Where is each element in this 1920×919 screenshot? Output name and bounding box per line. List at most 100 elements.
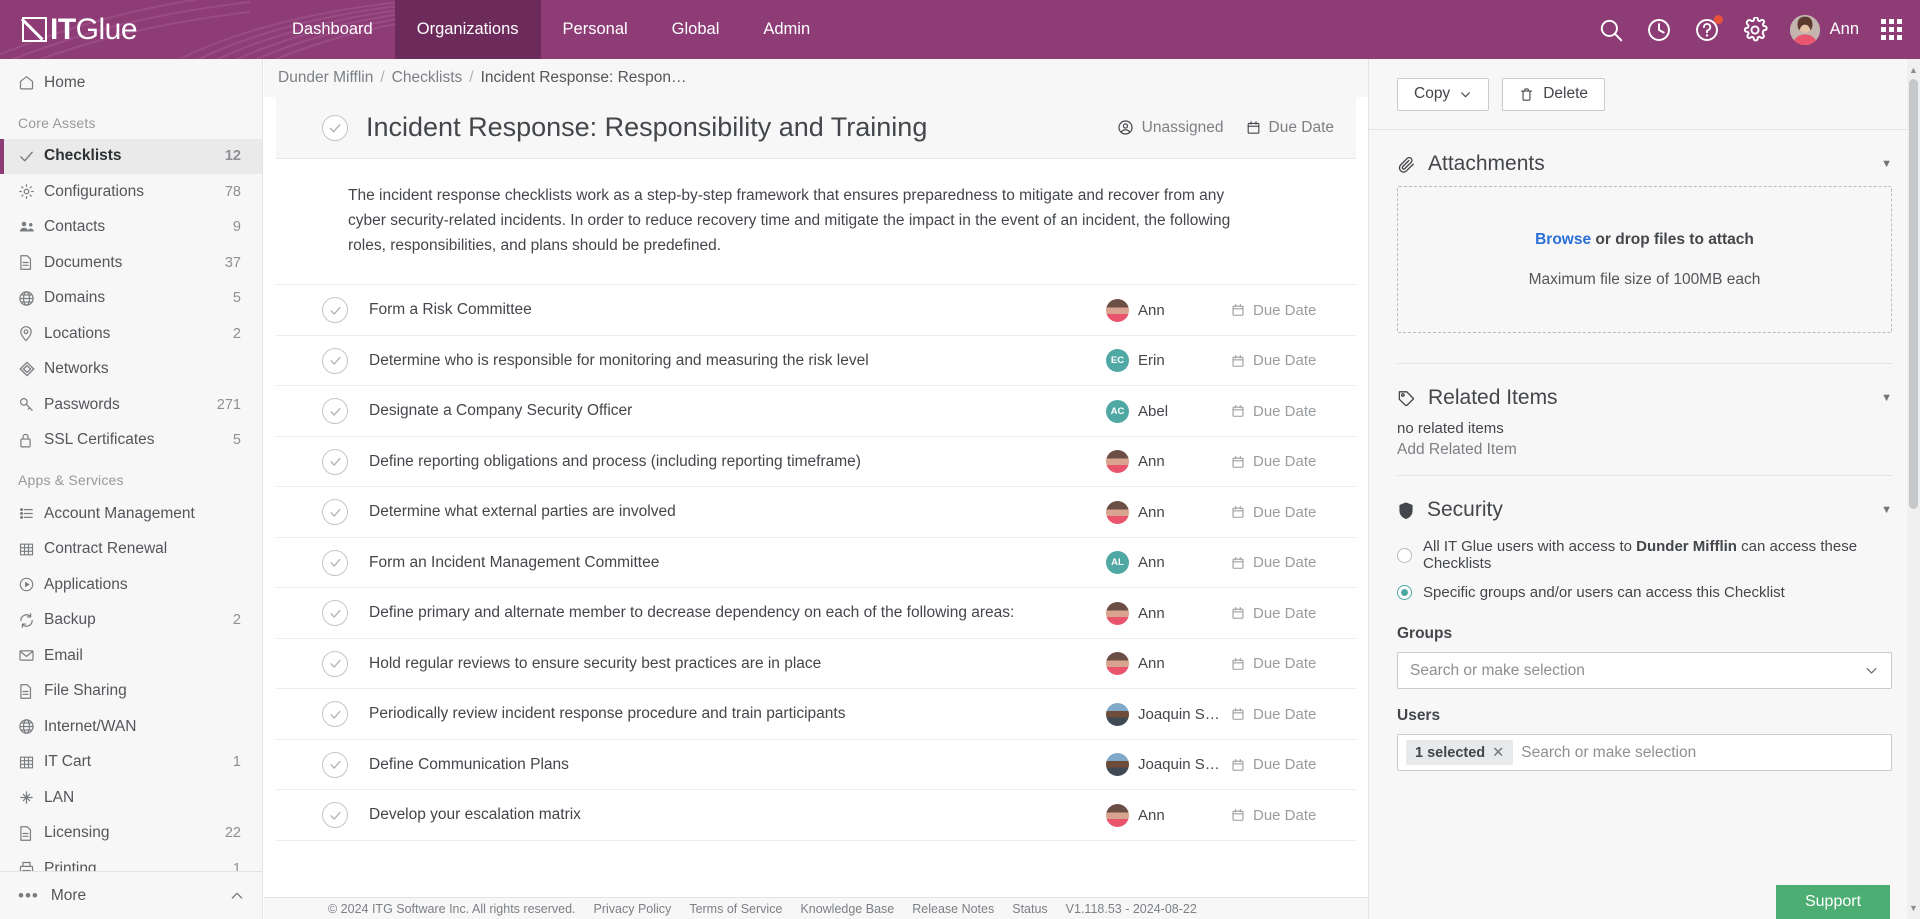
nav-item-admin[interactable]: Admin	[741, 0, 832, 59]
nav-item-global[interactable]: Global	[650, 0, 742, 59]
attachment-dropzone[interactable]: Browse or drop files to attach Maximum f…	[1397, 186, 1892, 333]
task-assignee[interactable]: AL Ann	[1106, 551, 1231, 575]
task-assignee[interactable]: Ann	[1106, 803, 1231, 827]
groups-select[interactable]: Search or make selection	[1397, 652, 1892, 689]
task-assignee[interactable]: Joaquin S…	[1106, 702, 1231, 726]
checklist-complete-toggle[interactable]	[322, 114, 348, 141]
sidebar-item-networks[interactable]: Networks	[0, 352, 262, 388]
footer-link-knowledge-base[interactable]: Knowledge Base	[800, 902, 894, 916]
scroll-up-arrow-icon[interactable]: ▲	[1909, 65, 1918, 75]
task-assignee[interactable]: Ann	[1106, 652, 1231, 676]
sidebar-item-passwords[interactable]: Passwords 271	[0, 387, 262, 423]
task-due-date[interactable]: Due Date	[1231, 352, 1336, 369]
sidebar-item-configurations[interactable]: Configurations 78	[0, 174, 262, 210]
footer-link-privacy-policy[interactable]: Privacy Policy	[594, 902, 672, 916]
users-selected-token[interactable]: 1 selected ✕	[1406, 740, 1514, 765]
sidebar-item-licensing[interactable]: Licensing 22	[0, 816, 262, 852]
table-row[interactable]: Define Communication Plans Joaquin S… Du…	[276, 740, 1356, 791]
task-complete-toggle[interactable]	[322, 499, 348, 526]
sidebar-item-checklists[interactable]: Checklists 12	[0, 138, 262, 174]
sidebar-item-lan[interactable]: LAN	[0, 780, 262, 816]
footer-link-terms-of-service[interactable]: Terms of Service	[689, 902, 782, 916]
nav-item-personal[interactable]: Personal	[541, 0, 650, 59]
task-complete-toggle[interactable]	[322, 398, 348, 425]
table-row[interactable]: Periodically review incident response pr…	[276, 689, 1356, 740]
sidebar-item-contacts[interactable]: Contacts 9	[0, 210, 262, 246]
history-clock-icon[interactable]	[1646, 17, 1672, 43]
apps-grid-icon[interactable]	[1881, 19, 1902, 40]
sidebar-item-domains[interactable]: Domains 5	[0, 281, 262, 317]
user-menu[interactable]: Ann	[1789, 14, 1859, 45]
sidebar-item-locations[interactable]: Locations 2	[0, 316, 262, 352]
nav-item-organizations[interactable]: Organizations	[394, 0, 541, 59]
security-option-all-users[interactable]: All IT Glue users with access to Dunder …	[1397, 532, 1892, 578]
task-due-date[interactable]: Due Date	[1231, 403, 1336, 420]
sidebar-item-account-management[interactable]: Account Management	[0, 496, 262, 532]
table-row[interactable]: Define primary and alternate member to d…	[276, 588, 1356, 639]
copy-button[interactable]: Copy	[1397, 77, 1490, 111]
task-assignee[interactable]: Ann	[1106, 298, 1231, 322]
task-complete-toggle[interactable]	[322, 701, 348, 728]
support-button[interactable]: Support	[1776, 885, 1890, 919]
sidebar-item-printing[interactable]: Printing 1	[0, 851, 262, 871]
right-panel-scrollbar[interactable]: ▲ ▼	[1907, 59, 1920, 919]
security-option-specific-users[interactable]: Specific groups and/or users can access …	[1397, 578, 1892, 607]
sidebar-item-email[interactable]: Email	[0, 638, 262, 674]
chevron-down-icon[interactable]: ▼	[1881, 392, 1892, 404]
task-due-date[interactable]: Due Date	[1231, 453, 1336, 470]
sidebar-more-toggle[interactable]: ••• More	[0, 871, 262, 919]
checklist-due-date-picker[interactable]: Due Date	[1246, 119, 1334, 137]
radio-button[interactable]	[1397, 585, 1412, 600]
close-icon[interactable]: ✕	[1492, 745, 1504, 761]
task-due-date[interactable]: Due Date	[1231, 706, 1336, 723]
scrollbar-thumb[interactable]	[1909, 79, 1918, 509]
scroll-down-arrow-icon[interactable]: ▼	[1909, 903, 1918, 913]
table-row[interactable]: Determine what external parties are invo…	[276, 487, 1356, 538]
task-complete-toggle[interactable]	[322, 297, 348, 324]
breadcrumb-org[interactable]: Dunder Mifflin	[278, 69, 373, 87]
table-row[interactable]: Develop your escalation matrix Ann Due D…	[276, 790, 1356, 841]
checklist-assignee-picker[interactable]: Unassigned	[1117, 119, 1224, 137]
task-due-date[interactable]: Due Date	[1231, 302, 1336, 319]
task-complete-toggle[interactable]	[322, 650, 348, 677]
task-due-date[interactable]: Due Date	[1231, 756, 1336, 773]
table-row[interactable]: Form an Incident Management Committee AL…	[276, 538, 1356, 589]
help-question-icon[interactable]	[1694, 14, 1723, 43]
gear-icon[interactable]	[1742, 16, 1768, 43]
search-icon[interactable]	[1598, 17, 1624, 43]
itglue-logo[interactable]: ITGlue	[0, 0, 270, 59]
task-assignee[interactable]: Ann	[1106, 450, 1231, 474]
task-due-date[interactable]: Due Date	[1231, 605, 1336, 622]
task-assignee[interactable]: Ann	[1106, 500, 1231, 524]
sidebar-item-documents[interactable]: Documents 37	[0, 245, 262, 281]
task-complete-toggle[interactable]	[322, 448, 348, 475]
table-row[interactable]: Hold regular reviews to ensure security …	[276, 639, 1356, 690]
sidebar-item-it-cart[interactable]: IT Cart 1	[0, 745, 262, 781]
delete-button[interactable]: Delete	[1502, 77, 1605, 111]
footer-link-release-notes[interactable]: Release Notes	[912, 902, 994, 916]
task-due-date[interactable]: Due Date	[1231, 807, 1336, 824]
task-assignee[interactable]: AC Abel	[1106, 399, 1231, 423]
users-select[interactable]: 1 selected ✕ Search or make selection	[1397, 734, 1892, 771]
sidebar-item-backup[interactable]: Backup 2	[0, 603, 262, 639]
sidebar-item-internet-wan[interactable]: Internet/WAN	[0, 709, 262, 745]
sidebar-item-ssl-certificates[interactable]: SSL Certificates 5	[0, 423, 262, 459]
table-row[interactable]: Form a Risk Committee Ann Due Date	[276, 285, 1356, 336]
browse-link[interactable]: Browse	[1535, 231, 1591, 248]
table-row[interactable]: Determine who is responsible for monitor…	[276, 336, 1356, 387]
task-complete-toggle[interactable]	[322, 751, 348, 778]
task-complete-toggle[interactable]	[322, 347, 348, 374]
table-row[interactable]: Define reporting obligations and process…	[276, 437, 1356, 488]
nav-item-dashboard[interactable]: Dashboard	[270, 0, 395, 59]
breadcrumb-section[interactable]: Checklists	[392, 69, 463, 87]
task-complete-toggle[interactable]	[322, 802, 348, 829]
footer-link-status[interactable]: Status	[1012, 902, 1047, 916]
radio-button[interactable]	[1397, 547, 1412, 563]
sidebar-item-file-sharing[interactable]: File Sharing	[0, 674, 262, 710]
task-assignee[interactable]: Ann	[1106, 601, 1231, 625]
sidebar-item-contract-renewal[interactable]: Contract Renewal	[0, 532, 262, 568]
add-related-item-link[interactable]: Add Related Item	[1397, 441, 1892, 475]
task-due-date[interactable]: Due Date	[1231, 504, 1336, 521]
task-assignee[interactable]: Joaquin S…	[1106, 753, 1231, 777]
task-due-date[interactable]: Due Date	[1231, 554, 1336, 571]
